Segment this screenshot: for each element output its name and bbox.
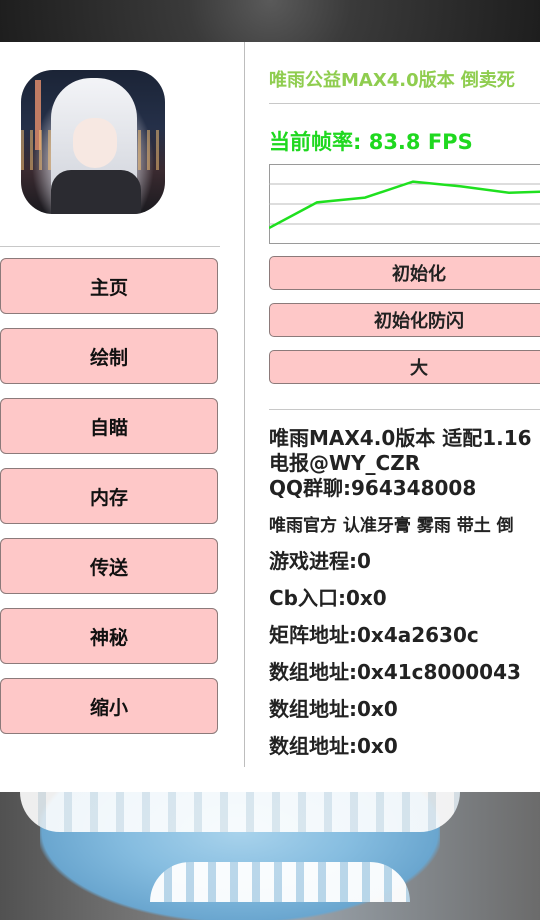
sidebar-item-teleport[interactable]: 传送 xyxy=(0,538,218,594)
background-bottom xyxy=(0,792,540,920)
fps-chart xyxy=(269,164,540,244)
game-process-text: 游戏进程:0 xyxy=(269,549,371,573)
fps-readout: 当前帧率: 83.8 FPS xyxy=(269,130,473,154)
sidebar-item-home[interactable]: 主页 xyxy=(0,258,218,314)
page-title: 唯雨公益MAX4.0版本 倒卖死 xyxy=(269,70,515,91)
sidebar-item-aimbot[interactable]: 自瞄 xyxy=(0,398,218,454)
matrix-address-text: 矩阵地址:0x4a2630c xyxy=(269,623,479,647)
sidebar-divider xyxy=(0,246,220,247)
main-content: 唯雨公益MAX4.0版本 倒卖死 当前帧率: 83.8 FPS 初始化 初始化防… xyxy=(269,42,540,792)
sidebar-item-mystery[interactable]: 神秘 xyxy=(0,608,218,664)
sidebar: 主页 绘制 自瞄 内存 传送 神秘 缩小 xyxy=(0,42,245,767)
sidebar-item-minimize[interactable]: 缩小 xyxy=(0,678,218,734)
official-text: 唯雨官方 认准牙膏 雾雨 带土 倒 xyxy=(269,516,514,536)
background-top xyxy=(0,0,540,42)
title-divider xyxy=(269,103,540,104)
init-anticrash-button[interactable]: 初始化防闪 xyxy=(269,303,540,337)
cb-entry-text: Cb入口:0x0 xyxy=(269,586,387,610)
actions-divider xyxy=(269,409,540,410)
avatar xyxy=(21,70,165,214)
array-address-text: 数组地址:0x0 xyxy=(269,734,398,758)
array-address-text: 数组地址:0x41c8000043 xyxy=(269,660,521,684)
qq-group-text: QQ群聊:964348008 xyxy=(269,476,477,500)
array-address-text: 数组地址:0x0 xyxy=(269,697,398,721)
sidebar-item-draw[interactable]: 绘制 xyxy=(0,328,218,384)
cheat-menu-panel: 主页 绘制 自瞄 内存 传送 神秘 缩小 唯雨公益MAX4.0版本 倒卖死 当前… xyxy=(0,42,540,792)
big-button[interactable]: 大 xyxy=(269,350,540,384)
sidebar-item-memory[interactable]: 内存 xyxy=(0,468,218,524)
init-button[interactable]: 初始化 xyxy=(269,256,540,290)
